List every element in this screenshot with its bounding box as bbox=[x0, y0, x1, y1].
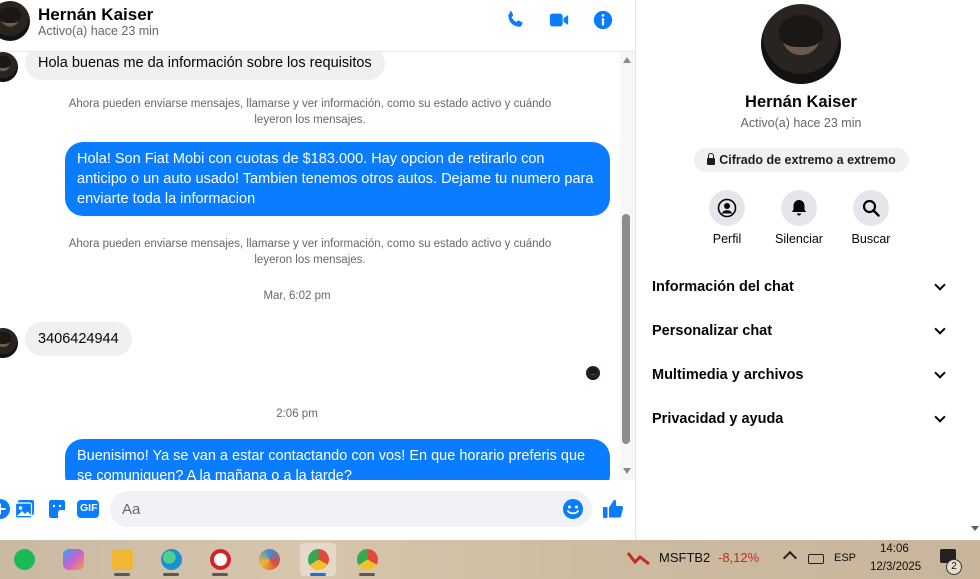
notification-badge: 2 bbox=[946, 559, 962, 575]
timestamp: 2:06 pm bbox=[276, 408, 318, 420]
file-explorer-icon[interactable] bbox=[104, 543, 140, 576]
timestamp: Mar, 6:02 pm bbox=[263, 290, 331, 302]
section-chat-info[interactable]: Información del chat bbox=[652, 272, 952, 302]
chevron-down-icon bbox=[934, 323, 946, 335]
section-label: Personalizar chat bbox=[652, 323, 773, 339]
search-button[interactable]: Buscar bbox=[836, 190, 906, 246]
app-pinwheel-icon[interactable] bbox=[251, 543, 287, 576]
clock-date[interactable]: 12/3/2025 bbox=[870, 561, 921, 573]
chat-header: Hernán Kaiser Activo(a) hace 23 min bbox=[0, 0, 635, 52]
language-indicator[interactable]: ESP bbox=[834, 552, 856, 564]
chat-pane: Hernán Kaiser Activo(a) hace 23 min Hola… bbox=[0, 0, 635, 540]
search-label: Buscar bbox=[851, 232, 891, 246]
chat-scrollbar[interactable] bbox=[620, 52, 635, 480]
incoming-message[interactable]: 3406424944 bbox=[25, 322, 132, 356]
section-customize-chat[interactable]: Personalizar chat bbox=[652, 316, 952, 346]
gif-label: GIF bbox=[80, 502, 98, 514]
spotify-icon[interactable] bbox=[6, 543, 42, 576]
message-input[interactable] bbox=[122, 499, 552, 519]
emoji-icon[interactable] bbox=[562, 498, 584, 520]
add-icon[interactable] bbox=[0, 498, 11, 520]
stock-change[interactable]: -8,12% bbox=[718, 550, 759, 565]
phone-icon[interactable] bbox=[504, 9, 526, 31]
chevron-down-icon bbox=[934, 279, 946, 291]
chrome-profile-icon[interactable] bbox=[349, 543, 385, 576]
composer: GIF bbox=[0, 480, 635, 540]
profile-label: Perfil bbox=[712, 232, 742, 246]
contact-name[interactable]: Hernán Kaiser bbox=[38, 5, 153, 25]
section-media-files[interactable]: Multimedia y archivos bbox=[652, 360, 952, 390]
battery-icon[interactable] bbox=[808, 554, 824, 564]
outgoing-message[interactable]: Buenisimo! Ya se van a estar contactando… bbox=[65, 439, 610, 480]
profile-avatar[interactable] bbox=[761, 4, 841, 84]
info-icon[interactable] bbox=[592, 9, 614, 31]
system-note: Ahora pueden enviarse mensajes, llamarse… bbox=[68, 98, 552, 126]
scroll-up-icon[interactable] bbox=[623, 57, 631, 63]
profile-status: Activo(a) hace 23 min bbox=[740, 116, 862, 130]
opera-icon[interactable] bbox=[202, 543, 238, 576]
outgoing-message[interactable]: Hola! Son Fiat Mobi con cuotas de $183.0… bbox=[65, 142, 610, 216]
video-icon[interactable] bbox=[548, 9, 570, 31]
system-note: Ahora pueden enviarse mensajes, llamarse… bbox=[68, 238, 552, 266]
conversation-info-panel: Hernán Kaiser Activo(a) hace 23 min Cifr… bbox=[635, 0, 980, 540]
photo-icon[interactable] bbox=[14, 498, 36, 520]
section-privacy-help[interactable]: Privacidad y ayuda bbox=[652, 404, 952, 434]
message-input-box[interactable] bbox=[110, 491, 592, 527]
stock-chart-icon[interactable] bbox=[626, 550, 651, 566]
incoming-message[interactable]: Hola buenas me da información sobre los … bbox=[25, 52, 385, 80]
stock-name[interactable]: MSFTB2 bbox=[659, 550, 710, 565]
chevron-down-icon bbox=[934, 367, 946, 379]
copilot-icon[interactable] bbox=[55, 543, 91, 576]
seen-indicator-avatar bbox=[586, 366, 600, 380]
profile-button[interactable]: Perfil bbox=[692, 190, 762, 246]
taskbar: MSFTB2 -8,12% ESP 14:06 12/3/2025 2 bbox=[0, 540, 980, 579]
encryption-label: Cifrado de extremo a extremo bbox=[719, 153, 896, 167]
section-label: Multimedia y archivos bbox=[652, 367, 804, 383]
chevron-up-icon[interactable] bbox=[782, 550, 798, 566]
encryption-badge[interactable]: Cifrado de extremo a extremo bbox=[694, 148, 909, 172]
profile-name: Hernán Kaiser bbox=[745, 93, 857, 111]
lock-icon bbox=[707, 153, 716, 165]
chrome-icon[interactable] bbox=[300, 543, 336, 576]
sticker-icon[interactable] bbox=[46, 498, 68, 520]
contact-status: Activo(a) hace 23 min bbox=[38, 24, 159, 38]
section-label: Privacidad y ayuda bbox=[652, 411, 784, 427]
bell-icon bbox=[781, 190, 817, 226]
chevron-down-icon bbox=[934, 411, 946, 423]
scroll-down-icon[interactable] bbox=[971, 526, 979, 531]
contact-avatar bbox=[0, 328, 18, 358]
profile-icon bbox=[709, 190, 745, 226]
scroll-thumb[interactable] bbox=[622, 214, 630, 444]
contact-avatar[interactable] bbox=[0, 1, 30, 41]
like-icon[interactable] bbox=[602, 498, 624, 520]
clock-time[interactable]: 14:06 bbox=[880, 543, 909, 555]
mute-button[interactable]: Silenciar bbox=[764, 190, 834, 246]
gif-icon[interactable]: GIF bbox=[77, 498, 99, 520]
scroll-down-icon[interactable] bbox=[623, 468, 631, 474]
mute-label: Silenciar bbox=[775, 232, 823, 246]
message-thread: Hola buenas me da información sobre los … bbox=[0, 52, 620, 480]
contact-avatar bbox=[0, 52, 18, 82]
search-icon bbox=[853, 190, 889, 226]
section-label: Información del chat bbox=[652, 279, 794, 295]
edge-icon[interactable] bbox=[153, 543, 189, 576]
